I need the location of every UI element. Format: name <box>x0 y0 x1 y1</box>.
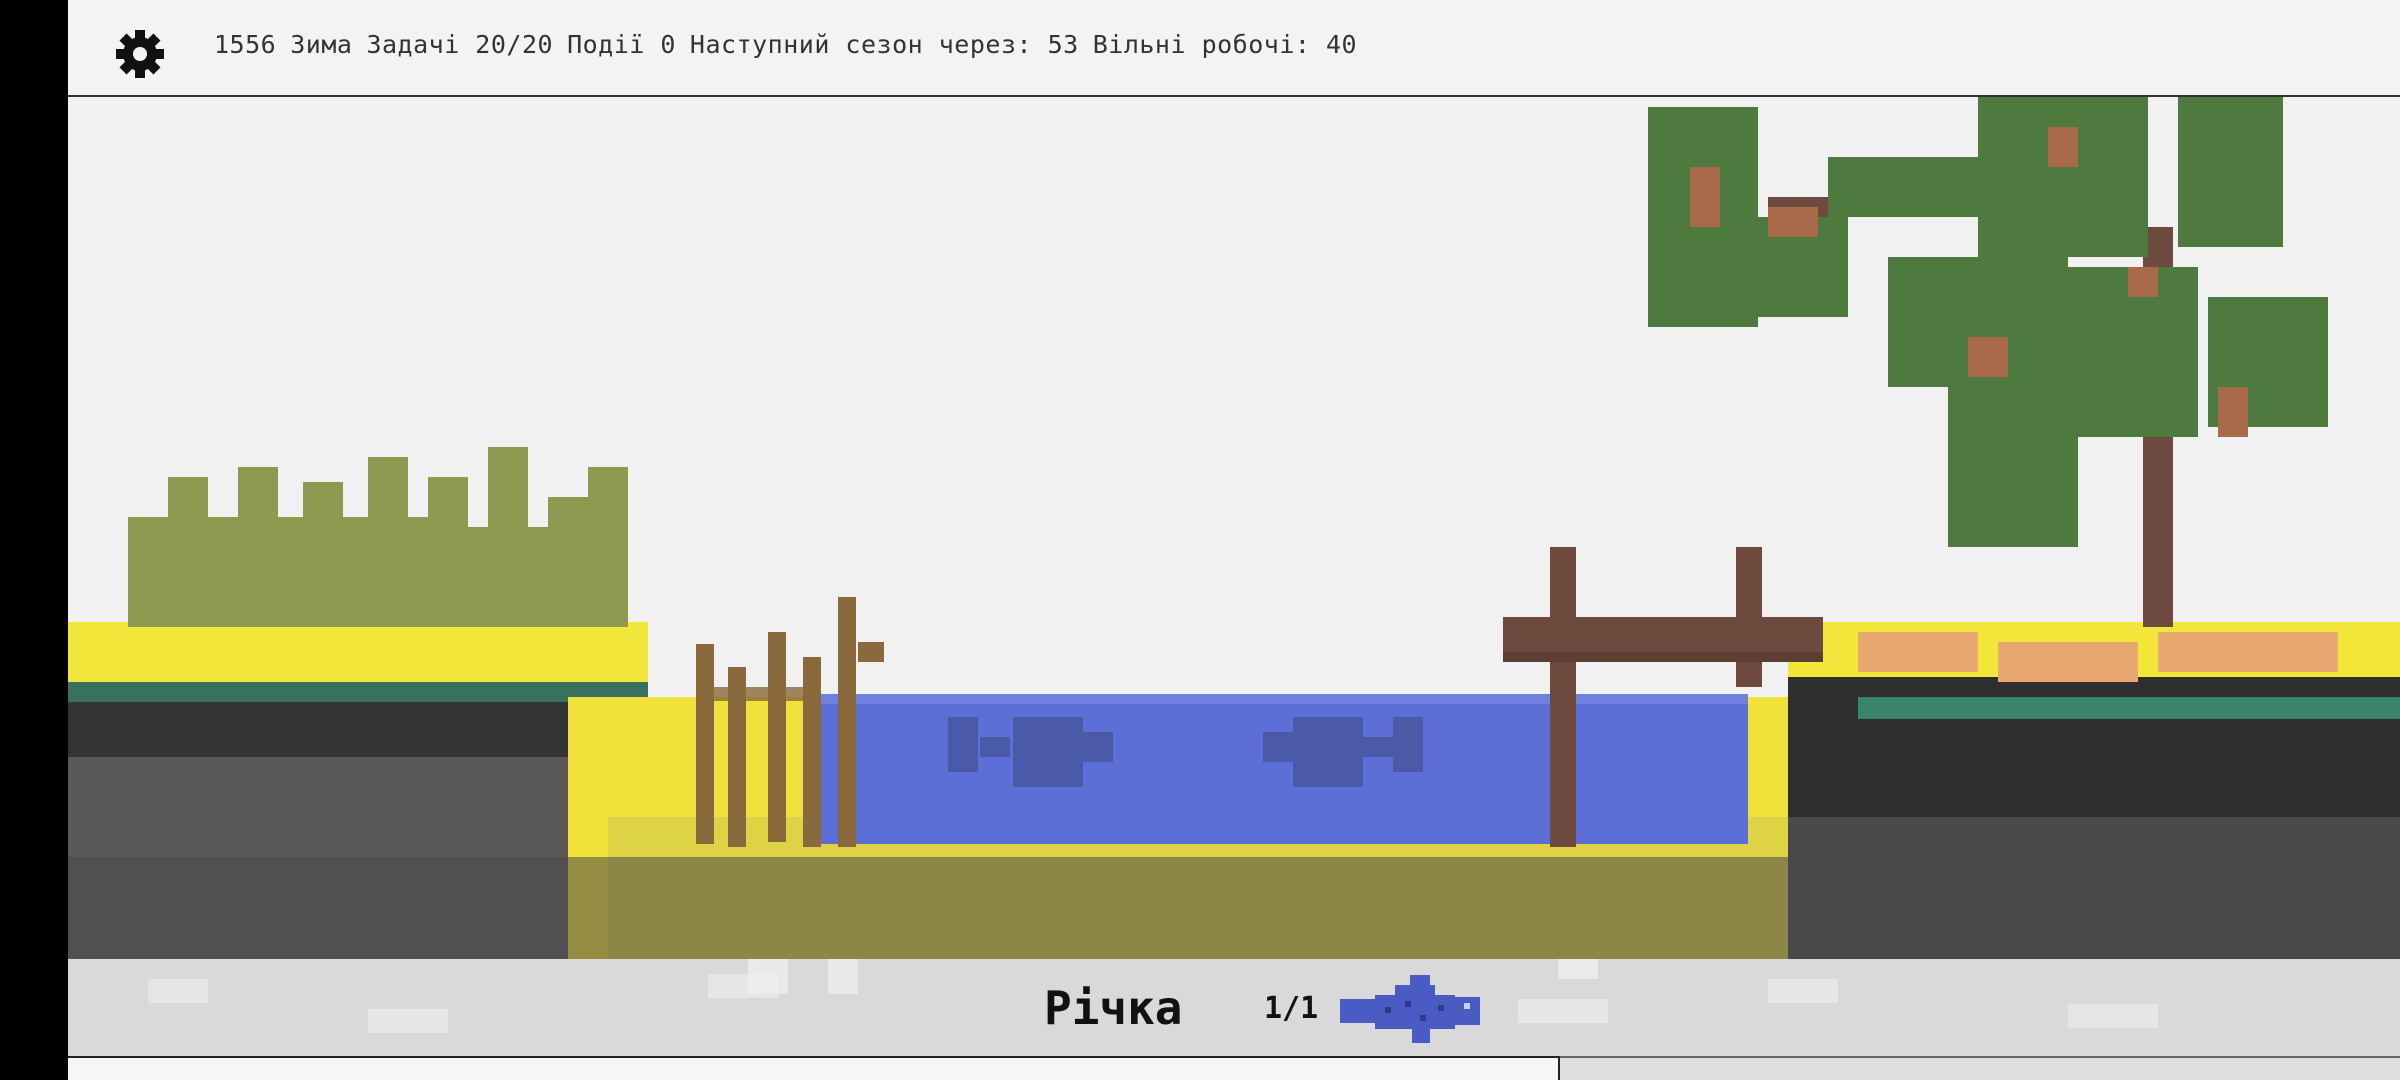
settings-button[interactable] <box>112 26 168 82</box>
bottom-panel-left[interactable] <box>68 1056 1560 1080</box>
game-window: 1556 Зима Задачі 20/20 Події 0 Наступний сез… <box>68 0 2400 1080</box>
location-panel[interactable]: Річка 1/1 <box>68 959 2400 1056</box>
tasks-counter[interactable]: Задачі 20/20 <box>366 30 553 59</box>
stone-ledge <box>68 857 2400 959</box>
season-label: Зима <box>290 30 353 59</box>
fish-icon <box>1340 975 1480 1043</box>
location-title: Річка <box>1044 981 1183 1035</box>
year-label: 1556 <box>214 30 277 59</box>
scene-canvas <box>68 97 2400 959</box>
bottom-panel-right[interactable] <box>1560 1056 2400 1080</box>
next-season-timer: Наступний сезон через: 53 <box>689 30 1079 59</box>
status-text: 1556 Зима Задачі 20/20 Події 0 Наступний сез… <box>214 30 1371 59</box>
status-bar: 1556 Зима Задачі 20/20 Події 0 Наступний сез… <box>68 0 2400 97</box>
gear-icon <box>116 30 164 78</box>
river-scene[interactable] <box>68 97 2400 959</box>
strip-texture <box>68 959 2400 1056</box>
location-count: 1/1 <box>1264 991 1319 1026</box>
events-counter[interactable]: Події 0 <box>567 30 676 59</box>
free-workers-counter: Вільні робочі: 40 <box>1092 30 1358 59</box>
